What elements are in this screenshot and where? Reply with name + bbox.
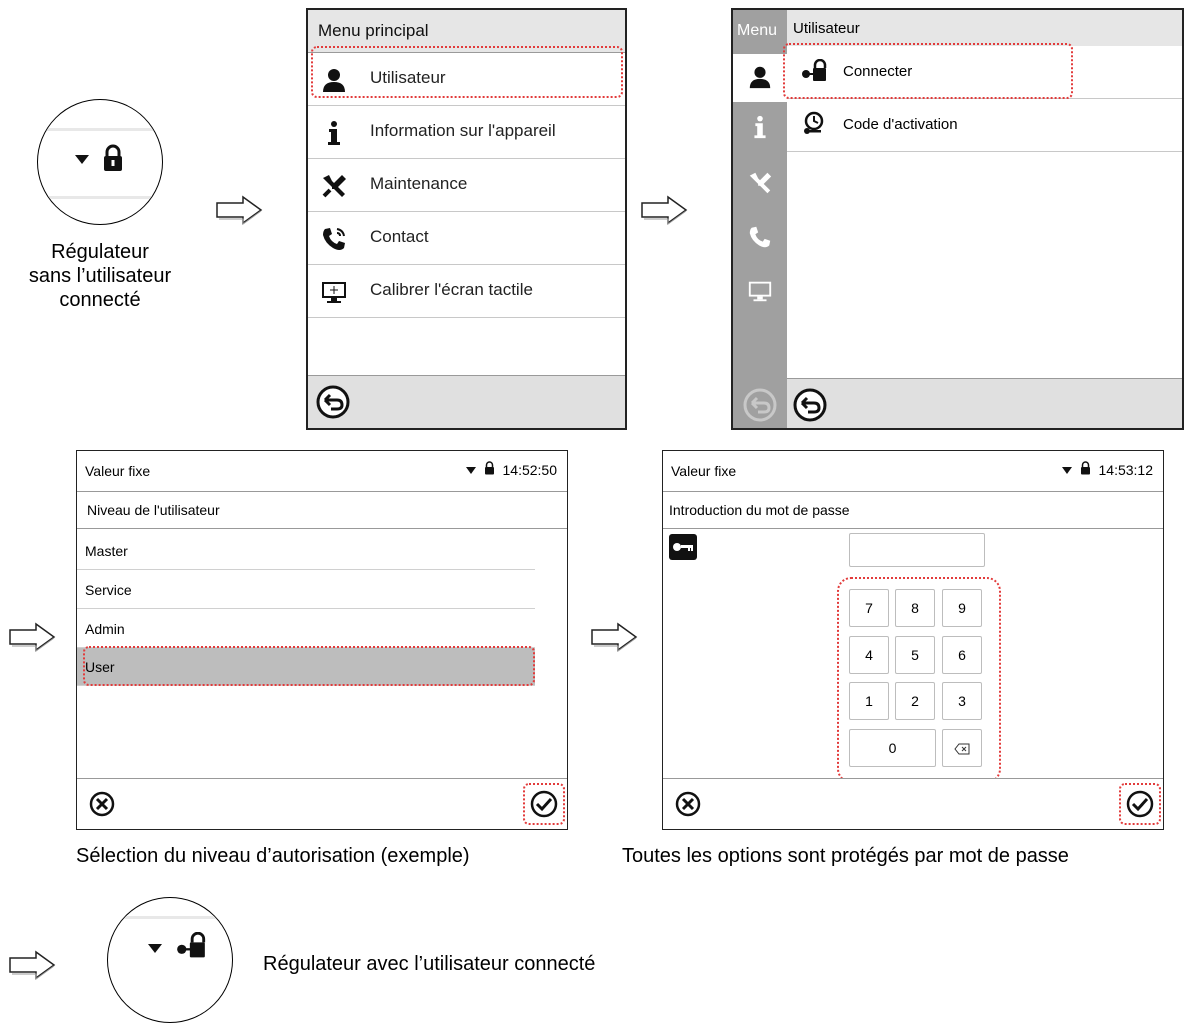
- menu-item-label: Calibrer l'écran tactile: [370, 280, 533, 299]
- highlight-box: [311, 46, 623, 98]
- tools-icon: [322, 175, 346, 198]
- password-footer: [663, 778, 1163, 829]
- caption-line: Régulateur: [51, 241, 149, 263]
- menu-item-label: Information sur l'appareil: [370, 121, 556, 140]
- main-menu-screen: Menu principal Utilisateur Information s…: [306, 8, 627, 430]
- screen-title: Valeur fixe: [85, 463, 151, 479]
- phone-icon: [323, 228, 345, 250]
- regulator-zoom-logged-in: [107, 897, 233, 1023]
- lock-icon: [1080, 461, 1090, 475]
- regulator-caption: Régulateur sans l’utilisateur connecté: [0, 240, 200, 312]
- sidebar-item-user[interactable]: [733, 54, 787, 102]
- password-screen: Valeur fixe 14:53:12 Introduction du mot…: [662, 450, 1164, 830]
- password-caption: Toutes les options sont protégés par mot…: [622, 845, 1069, 867]
- key-icon: [669, 534, 697, 560]
- dropdown-triangle-icon: [148, 944, 162, 953]
- menu-item-maintenance[interactable]: Maintenance: [308, 159, 625, 212]
- level-header: Valeur fixe 14:52:50: [77, 451, 567, 492]
- main-menu-title: Menu principal: [318, 21, 429, 40]
- activation-code-icon: [804, 111, 824, 134]
- level-selection-screen: Valeur fixe 14:52:50 Niveau de l'utilisa…: [76, 450, 568, 830]
- cancel-icon[interactable]: [675, 791, 701, 817]
- level-label: Master: [85, 543, 128, 559]
- password-subheader: Introduction du mot de passe: [663, 492, 1163, 529]
- status-bar-strip: [38, 196, 162, 199]
- lock-icon: [484, 461, 494, 475]
- main-menu-footer: [308, 375, 625, 428]
- clock-time: 14:52:50: [502, 462, 558, 478]
- status-bar-strip: [108, 916, 232, 919]
- level-option-admin[interactable]: Admin: [77, 610, 535, 648]
- info-icon: [328, 121, 340, 145]
- password-input[interactable]: [849, 533, 985, 567]
- highlight-box: [1119, 783, 1161, 825]
- back-icon[interactable]: [316, 385, 350, 419]
- subheader-label: Introduction du mot de passe: [669, 502, 850, 518]
- user-menu-header: Utilisateur: [787, 10, 1182, 46]
- regulator-logged-in-caption: Régulateur avec l’utilisateur connecté: [263, 953, 596, 975]
- menu-item-label: Code d'activation: [843, 116, 958, 133]
- monitor-icon[interactable]: [747, 278, 773, 304]
- cancel-icon[interactable]: [89, 791, 115, 817]
- level-subheader: Niveau de l'utilisateur: [77, 492, 567, 529]
- status-area: 14:52:50: [465, 461, 558, 478]
- menu-item-contact[interactable]: Contact: [308, 212, 625, 265]
- subheader-label: Niveau de l'utilisateur: [87, 502, 220, 518]
- highlight-box: [837, 577, 1001, 783]
- regulator-zoom-logged-out: [37, 99, 163, 225]
- menu-item-label: Contact: [370, 227, 429, 246]
- flow-arrow-icon: [641, 195, 688, 225]
- dropdown-triangle-icon: [1061, 467, 1072, 474]
- menu-item-information[interactable]: Information sur l'appareil: [308, 106, 625, 159]
- flow-arrow-icon: [216, 195, 263, 225]
- highlight-box: [83, 646, 535, 686]
- user-menu-footer: [787, 378, 1182, 428]
- dropdown-triangle-icon: [465, 467, 476, 474]
- flow-arrow-icon: [591, 622, 638, 652]
- back-icon[interactable]: [793, 388, 827, 422]
- monitor-icon: [322, 282, 346, 303]
- back-icon: [743, 388, 777, 422]
- sidebar-title: Menu: [737, 22, 778, 39]
- level-caption: Sélection du niveau d’autorisation (exem…: [76, 845, 470, 867]
- screen-title: Valeur fixe: [671, 463, 737, 479]
- caption-line: sans l’utilisateur: [28, 265, 172, 287]
- level-footer: [77, 778, 567, 829]
- status-area: 14:53:12: [1061, 461, 1154, 478]
- tools-icon[interactable]: [747, 170, 773, 196]
- level-option-master[interactable]: Master: [77, 532, 535, 570]
- highlight-box: [783, 43, 1073, 99]
- lock-icon: [104, 144, 122, 171]
- level-label: Admin: [85, 621, 125, 637]
- menu-item-label: Maintenance: [370, 174, 468, 193]
- flow-arrow-icon: [9, 622, 56, 652]
- password-header: Valeur fixe 14:53:12: [663, 451, 1163, 492]
- info-icon[interactable]: [747, 114, 773, 140]
- user-menu-screen: Menu Utilisateur Connecter Code d'activa…: [731, 8, 1184, 430]
- sidebar: Menu: [733, 10, 787, 428]
- clock-time: 14:53:12: [1098, 462, 1154, 478]
- level-label: Service: [85, 582, 132, 598]
- caption-line: connecté: [59, 289, 141, 311]
- menu-item-calibrate[interactable]: Calibrer l'écran tactile: [308, 265, 625, 318]
- level-option-service[interactable]: Service: [77, 571, 535, 609]
- status-bar-strip: [38, 128, 162, 131]
- user-menu-title: Utilisateur: [793, 20, 860, 37]
- menu-item-activation-code[interactable]: Code d'activation: [787, 99, 1182, 152]
- login-lock-icon: [177, 932, 206, 958]
- dropdown-triangle-icon: [75, 155, 89, 164]
- phone-icon[interactable]: [747, 224, 773, 250]
- flow-arrow-icon: [9, 950, 56, 980]
- highlight-box: [523, 783, 565, 825]
- user-icon: [749, 66, 771, 89]
